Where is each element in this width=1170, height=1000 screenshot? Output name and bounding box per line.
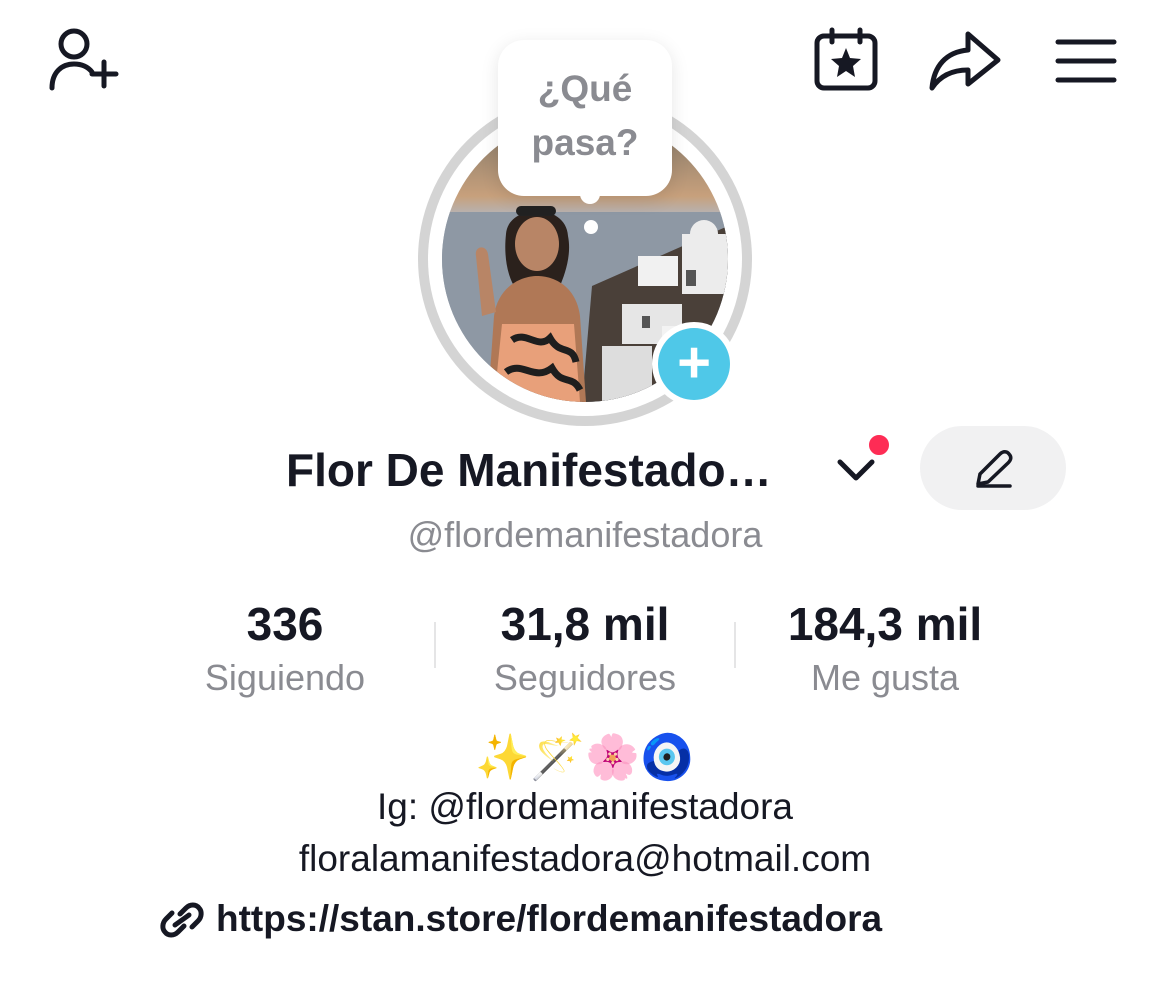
bio-email: floralamanifestadora@hotmail.com	[298, 838, 872, 879]
bio-link-text: https://stan.store/flordemanifestadora	[216, 898, 883, 939]
display-name: Flor De Manifestado…	[286, 444, 772, 496]
stat-following[interactable]: 336 Siguiendo	[135, 596, 435, 704]
username: @flordemanifestadora	[407, 514, 763, 555]
stat-label: Seguidores	[493, 657, 677, 698]
notification-dot	[866, 432, 892, 458]
chevron-down-icon[interactable]	[834, 452, 878, 488]
note-line-1: ¿Qué	[537, 68, 633, 109]
pencil-icon	[976, 450, 1013, 488]
calendar-star-icon[interactable]	[808, 26, 884, 96]
stat-value: 184,3 mil	[787, 598, 983, 650]
stat-likes[interactable]: 184,3 mil Me gusta	[735, 596, 1035, 704]
stat-label: Siguiendo	[204, 657, 366, 698]
share-icon[interactable]	[924, 26, 1004, 96]
bubble-dot	[584, 220, 598, 234]
bio-emojis: ✨🪄🌸🧿	[475, 733, 695, 782]
edit-profile-button[interactable]	[920, 426, 1066, 510]
note-line-2: pasa?	[531, 122, 639, 163]
bio-link[interactable]: https://stan.store/flordemanifestadora	[160, 894, 1010, 944]
link-icon	[160, 902, 204, 938]
stat-label: Me gusta	[810, 657, 960, 698]
plus-icon: +	[658, 328, 730, 400]
profile-note-bubble[interactable]: ¿Qué pasa?	[498, 40, 672, 196]
add-friend-icon[interactable]	[44, 26, 124, 96]
menu-icon[interactable]	[1050, 30, 1122, 92]
add-story-button[interactable]: +	[652, 322, 736, 406]
stat-followers[interactable]: 31,8 mil Seguidores	[435, 596, 735, 704]
stat-value: 336	[246, 598, 324, 650]
bio-instagram: Ig: @flordemanifestadora	[377, 786, 793, 827]
stat-value: 31,8 mil	[500, 598, 670, 650]
